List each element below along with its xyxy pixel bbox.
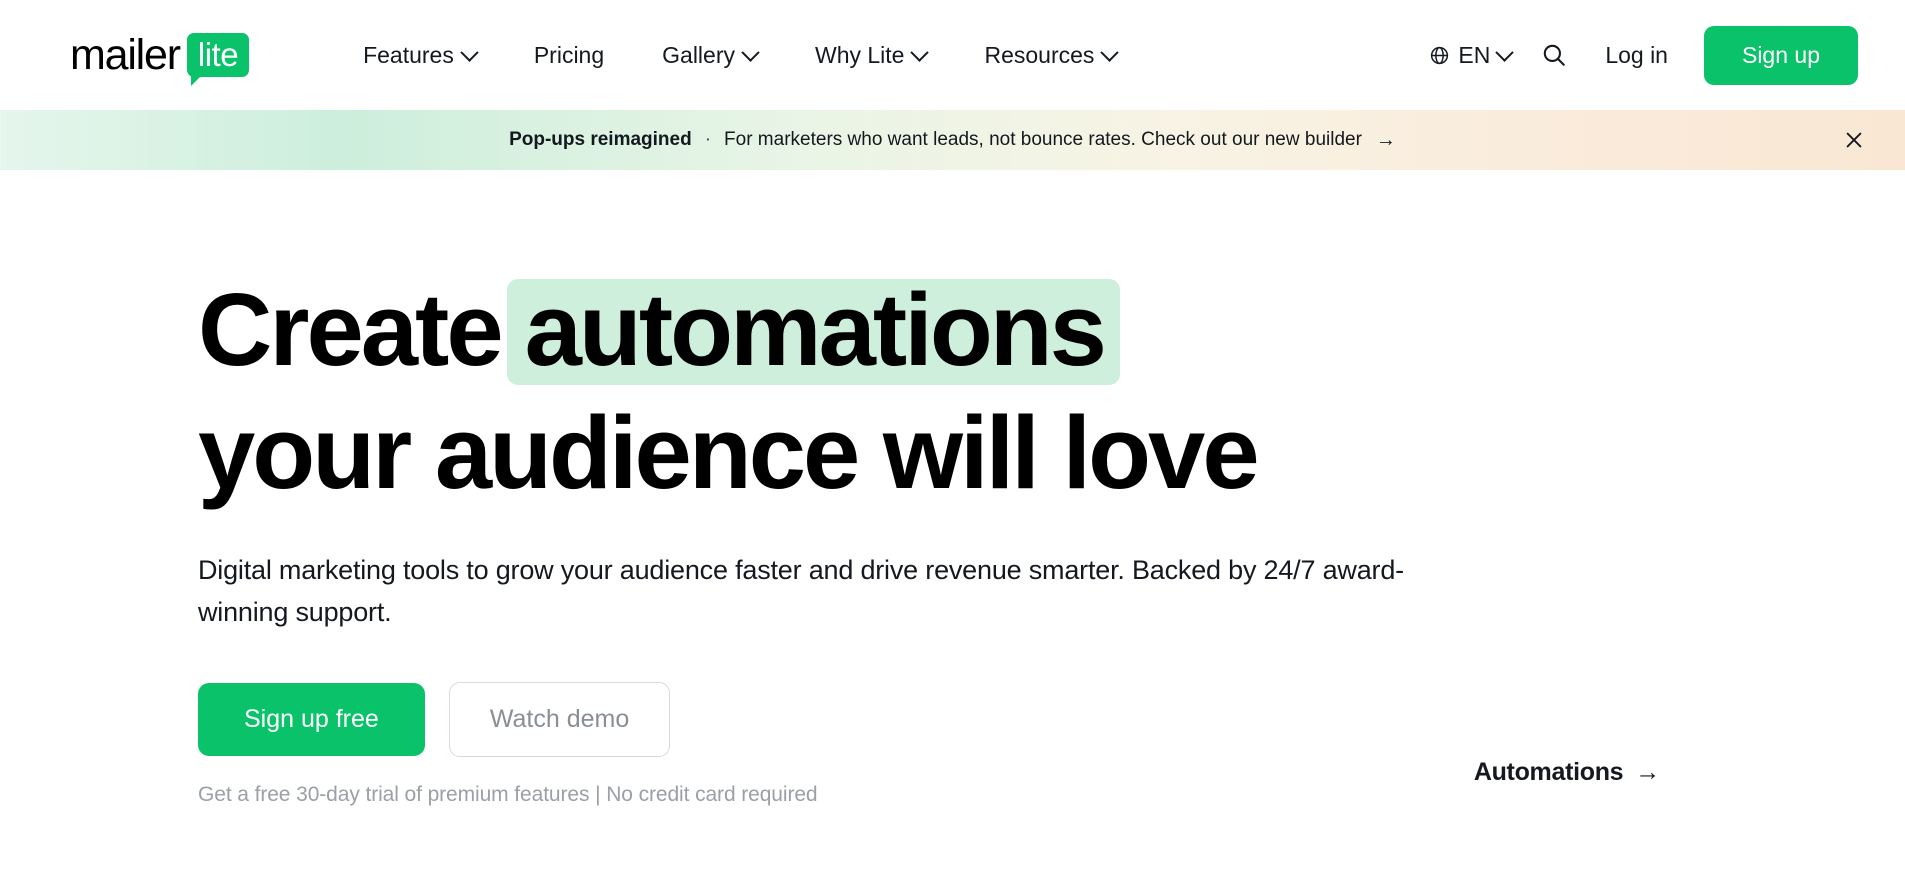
nav-item-resources[interactable]: Resources: [955, 32, 1145, 79]
search-icon: [1544, 44, 1566, 66]
announcement-separator: ·: [704, 129, 712, 150]
search-button[interactable]: [1523, 34, 1585, 76]
chevron-down-icon: [910, 42, 930, 62]
announcement-banner: Pop-ups reimagined · For marketers who w…: [0, 110, 1905, 170]
nav-label: Features: [363, 41, 454, 68]
login-link[interactable]: Log in: [1585, 34, 1688, 77]
chevron-down-icon: [741, 42, 760, 62]
logo-badge-label: lite: [197, 36, 239, 73]
automations-feature-link[interactable]: Automations →: [1474, 758, 1660, 787]
globe-icon: [1431, 46, 1449, 64]
hero-description: Digital marketing tools to grow your aud…: [198, 554, 1404, 627]
chevron-down-icon: [1495, 42, 1515, 62]
nav-label: Why Lite: [815, 41, 905, 68]
banner-close-button[interactable]: [1841, 127, 1867, 153]
nav-item-features[interactable]: Features: [334, 32, 505, 79]
nav-item-why-lite[interactable]: Why Lite: [786, 32, 955, 79]
logo-wordmark: mailer: [70, 30, 181, 79]
hero-heading-part1: Create: [198, 272, 504, 387]
watch-demo-button[interactable]: Watch demo: [448, 681, 671, 757]
chevron-down-icon: [460, 42, 479, 62]
nav-item-pricing[interactable]: Pricing: [505, 32, 633, 79]
close-icon: [1846, 132, 1862, 148]
hero-heading: Create automations your audience will lov…: [198, 278, 1905, 504]
automations-label: Automations: [1473, 757, 1624, 786]
nav-label: Gallery: [662, 41, 735, 68]
language-switcher[interactable]: EN: [1417, 34, 1523, 77]
logo-mailerlite[interactable]: mailer lite: [70, 30, 250, 86]
nav-label: Resources: [984, 41, 1095, 68]
header-actions: EN Log in Sign up: [1417, 25, 1858, 85]
arrow-right-icon: →: [1635, 757, 1660, 786]
hero-cta-row: Sign up free Watch demo: [198, 681, 1905, 757]
logo-badge: lite: [186, 33, 250, 86]
hero-section: Create automations your audience will lov…: [0, 170, 1905, 807]
nav-label: Pricing: [533, 41, 605, 68]
hero-heading-line2: your audience will love: [198, 394, 1260, 510]
language-label: EN: [1458, 41, 1491, 68]
arrow-right-icon: →: [1375, 128, 1396, 151]
announcement-headline: Pop-ups reimagined: [509, 129, 692, 150]
announcement-text: For marketers who want leads, not bounce…: [724, 129, 1362, 150]
page-root: mailer lite Features Pricing Gallery Why…: [0, 0, 1905, 886]
site-header: mailer lite Features Pricing Gallery Why…: [0, 0, 1905, 110]
nav-item-gallery[interactable]: Gallery: [633, 32, 786, 79]
signup-button[interactable]: Sign up: [1703, 25, 1858, 85]
announcement-content[interactable]: Pop-ups reimagined · For marketers who w…: [509, 129, 1396, 152]
main-navigation: Features Pricing Gallery Why Lite Resour…: [334, 32, 1145, 79]
hero-heading-highlight: automations: [506, 278, 1120, 385]
chevron-down-icon: [1100, 42, 1120, 62]
signup-free-button[interactable]: Sign up free: [198, 682, 425, 756]
